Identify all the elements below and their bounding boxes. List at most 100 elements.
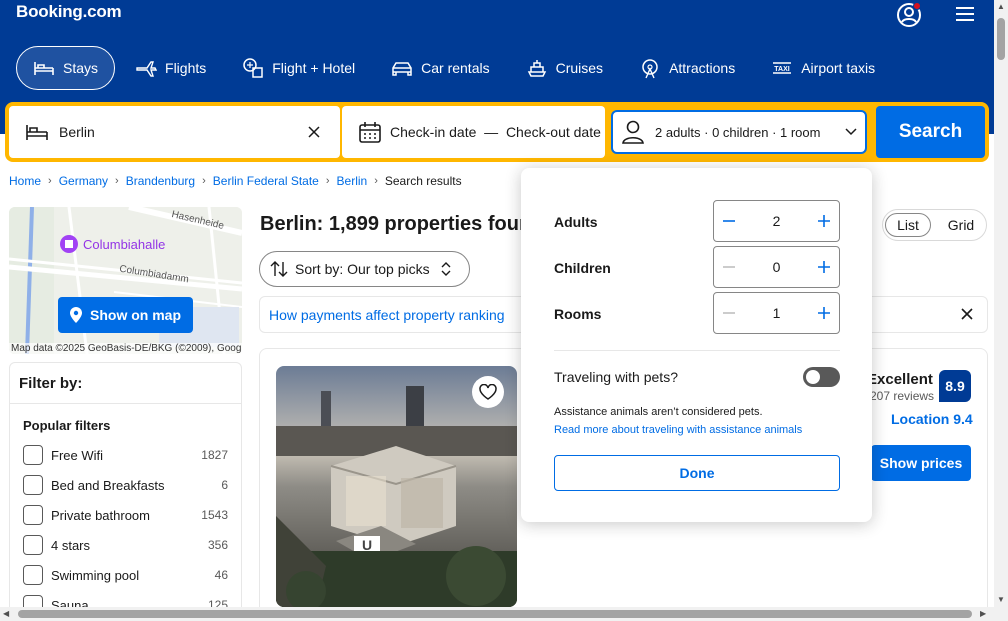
chevron-right-icon: › <box>48 175 52 187</box>
search-button[interactable]: Search <box>876 106 985 158</box>
review-count: 207 reviews <box>870 389 935 403</box>
scroll-left-icon[interactable]: ◀ <box>3 610 9 618</box>
filter-option[interactable]: Swimming pool 46 <box>23 565 228 585</box>
filter-label: Private bathroom <box>51 507 150 523</box>
plus-icon[interactable] <box>817 260 831 274</box>
show-on-map-label: Show on map <box>90 307 181 323</box>
scroll-down-icon[interactable]: ▼ <box>997 596 1005 604</box>
breadcrumb-berlin-state[interactable]: Berlin Federal State <box>213 174 319 188</box>
menu-icon[interactable] <box>956 7 974 26</box>
minus-icon[interactable] <box>722 306 736 320</box>
results-title: Berlin: 1,899 properties found <box>260 213 522 235</box>
checkbox[interactable] <box>23 475 43 495</box>
pets-note: Assistance animals aren’t considered pet… <box>554 406 763 418</box>
sort-label: Sort by: Our top picks <box>295 261 430 277</box>
checkbox[interactable] <box>23 445 43 465</box>
plus-icon[interactable] <box>817 214 831 228</box>
children-value: 0 <box>772 259 781 275</box>
filter-count: 1543 <box>201 508 228 522</box>
breadcrumb: Home › Germany › Brandenburg › Berlin Fe… <box>9 174 462 188</box>
vertical-scroll-thumb[interactable] <box>997 18 1005 60</box>
show-prices-button[interactable]: Show prices <box>871 445 971 481</box>
clear-icon[interactable] <box>307 125 321 139</box>
children-label: Children <box>554 260 611 276</box>
sort-button[interactable]: Sort by: Our top picks <box>259 251 470 287</box>
dates-value: Check-in date — Check-out date <box>390 124 601 140</box>
person-icon <box>621 119 645 145</box>
done-button[interactable]: Done <box>554 455 840 491</box>
filter-section-title: Popular filters <box>23 418 111 433</box>
adults-value: 2 <box>772 213 781 229</box>
filter-count: 1827 <box>201 448 228 462</box>
breadcrumb-home[interactable]: Home <box>9 174 41 188</box>
filter-option[interactable]: 4 stars 356 <box>23 535 228 555</box>
checkbox[interactable] <box>23 565 43 585</box>
filter-label: 4 stars <box>51 537 91 553</box>
breadcrumb-berlin[interactable]: Berlin <box>337 174 368 188</box>
chevron-down-icon <box>845 128 857 136</box>
location-score[interactable]: Location 9.4 <box>891 411 973 427</box>
destination-value: Berlin <box>59 124 95 140</box>
view-toggle: List Grid <box>882 209 987 241</box>
filter-option[interactable]: Private bathroom 1543 <box>23 505 228 525</box>
nav-label: Attractions <box>669 60 736 76</box>
calendar-icon <box>358 121 382 143</box>
map-preview[interactable]: Columbiahalle Hasenheide Columbiadamm Sh… <box>9 207 242 354</box>
date-field[interactable]: Check-in date — Check-out date <box>342 106 605 158</box>
sort-arrows-icon <box>270 261 288 277</box>
assistance-animals-link[interactable]: Read more about traveling with assistanc… <box>554 424 802 436</box>
grid-view-button[interactable]: Grid <box>941 213 981 237</box>
filter-count: 6 <box>221 478 228 492</box>
nav-flight-hotel[interactable]: Flight + Hotel <box>226 46 371 90</box>
map-pin-icon <box>70 307 82 323</box>
nav-label: Car rentals <box>421 60 490 76</box>
horizontal-scrollbar[interactable]: ◀ ▶ <box>0 607 994 621</box>
booking-page: Booking.com Stays Flights Flight + Hotel… <box>0 0 1008 621</box>
vertical-scrollbar[interactable]: ▲ ▼ <box>994 0 1008 621</box>
pets-toggle[interactable] <box>803 367 840 387</box>
minus-icon[interactable] <box>722 214 736 228</box>
ranking-info-link[interactable]: How payments affect property ranking <box>269 307 505 323</box>
nav-stays[interactable]: Stays <box>16 46 116 90</box>
map-credit: Map data ©2025 GeoBasis-DE/BKG (©2009), … <box>9 343 242 354</box>
filter-option[interactable]: Free Wifi 1827 <box>23 445 228 465</box>
account-icon[interactable] <box>896 2 922 33</box>
nav-cruises[interactable]: Cruises <box>510 46 619 90</box>
divider <box>554 350 840 351</box>
checkbox[interactable] <box>23 535 43 555</box>
close-icon[interactable] <box>960 307 974 326</box>
scroll-right-icon[interactable]: ▶ <box>980 610 986 618</box>
breadcrumb-germany[interactable]: Germany <box>59 174 108 188</box>
nav-label: Cruises <box>555 60 604 76</box>
ship-icon <box>526 58 548 78</box>
nav-attractions[interactable]: Attractions <box>623 46 751 90</box>
plus-icon[interactable] <box>817 306 831 320</box>
breadcrumb-brandenburg[interactable]: Brandenburg <box>126 174 195 188</box>
scroll-up-icon[interactable]: ▲ <box>997 3 1005 11</box>
chevron-updown-icon <box>441 262 451 276</box>
children-stepper: 0 <box>713 246 840 288</box>
show-on-map-button[interactable]: Show on map <box>58 297 193 333</box>
guests-field[interactable]: 2 adults · 0 children · 1 room <box>611 110 867 154</box>
nav-label: Flight + Hotel <box>272 60 356 76</box>
minus-icon[interactable] <box>722 260 736 274</box>
destination-field[interactable]: Berlin <box>9 106 340 158</box>
filter-label: Free Wifi <box>51 447 103 463</box>
checkbox[interactable] <box>23 505 43 525</box>
search-bar: Berlin Check-in date — Check-out date 2 … <box>5 102 989 162</box>
list-view-button[interactable]: List <box>885 213 931 237</box>
chevron-right-icon: › <box>115 175 119 187</box>
horizontal-scroll-thumb[interactable] <box>18 610 972 618</box>
booking-logo[interactable]: Booking.com <box>16 2 122 22</box>
map-poi-label: Columbiahalle <box>83 237 166 252</box>
filter-count: 46 <box>214 568 228 582</box>
wishlist-heart-icon[interactable] <box>472 376 504 408</box>
review-score-badge: 8.9 <box>939 370 971 402</box>
svg-text:U: U <box>362 537 372 553</box>
filter-option[interactable]: Bed and Breakfasts 6 <box>23 475 228 495</box>
property-photo[interactable]: U <box>276 366 517 607</box>
nav-flights[interactable]: Flights <box>119 46 222 90</box>
pets-question: Traveling with pets? <box>554 369 678 385</box>
nav-airport-taxis[interactable]: TAXI Airport taxis <box>755 46 891 90</box>
nav-car-rentals[interactable]: Car rentals <box>375 46 505 90</box>
